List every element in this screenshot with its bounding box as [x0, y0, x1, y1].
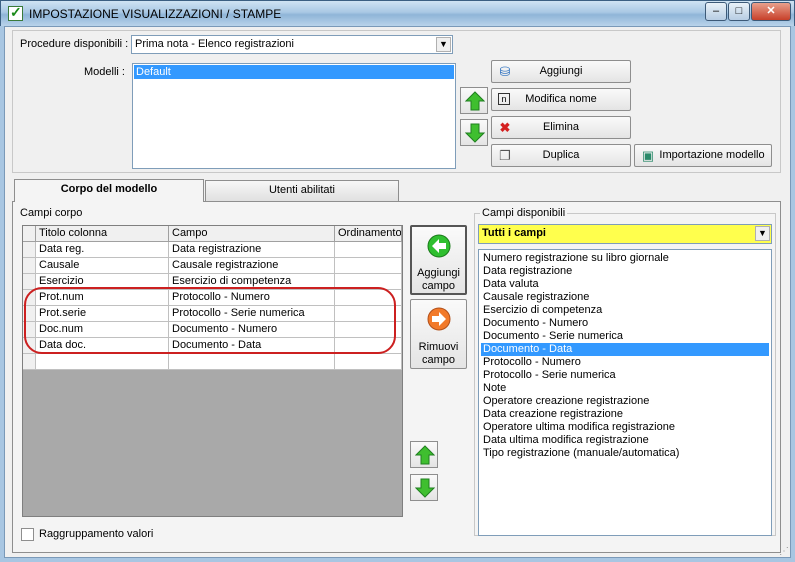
list-item[interactable]: Tipo registrazione (manuale/automatica): [481, 447, 769, 460]
arrow-down-icon: [415, 478, 435, 498]
rename-model-button[interactable]: n Modifica nome: [491, 88, 631, 111]
tab-utenti-abilitati[interactable]: Utenti abilitati: [205, 180, 399, 201]
raggruppamento-label: Raggruppamento valori: [39, 528, 154, 540]
campi-corpo-grid[interactable]: Titolo colonna Campo Ordinamento Data re…: [22, 225, 403, 517]
add-model-label: Aggiungi: [539, 65, 583, 77]
list-item[interactable]: Data ultima modifica registrazione: [481, 434, 769, 447]
row-selector[interactable]: [23, 242, 36, 258]
app-checkmark-icon: ✓: [8, 4, 23, 21]
arrow-right-circle-icon: [427, 307, 451, 331]
duplicate-model-label: Duplica: [542, 149, 580, 161]
import-model-button[interactable]: ▣ Importazione modello: [634, 144, 772, 167]
procedure-select[interactable]: Prima nota - Elenco registrazioni ▼: [131, 35, 453, 54]
grid-cell[interactable]: [335, 354, 402, 370]
add-field-label-2: campo: [421, 280, 456, 292]
column-header[interactable]: Ordinamento: [335, 226, 402, 242]
duplicate-pages-icon: ❐: [499, 148, 511, 163]
campi-filter-value: Tutti i campi: [482, 227, 546, 239]
list-item-selected[interactable]: Documento - Data: [481, 343, 769, 356]
delete-model-label: Elimina: [542, 121, 580, 133]
add-database-icon: ⛁: [499, 64, 511, 79]
list-item[interactable]: Default: [134, 65, 454, 79]
list-item[interactable]: Operatore ultima modifica registrazione: [481, 421, 769, 434]
resize-grip-icon[interactable]: ⋰: [779, 546, 789, 557]
row-selector[interactable]: [23, 354, 36, 370]
procedure-select-value: Prima nota - Elenco registrazioni: [135, 38, 294, 50]
chevron-down-icon[interactable]: ▼: [755, 226, 770, 241]
tab-corpo-del-modello[interactable]: Corpo del modello: [14, 179, 204, 202]
close-button[interactable]: ✕: [751, 2, 791, 21]
row-selector[interactable]: [23, 258, 36, 274]
list-item[interactable]: Documento - Serie numerica: [481, 330, 769, 343]
list-item[interactable]: Data valuta: [481, 278, 769, 291]
move-down-button[interactable]: [460, 119, 488, 146]
grid-cell[interactable]: Causale: [36, 258, 169, 274]
arrow-up-icon: [465, 91, 485, 111]
field-move-down-button[interactable]: [410, 474, 438, 501]
list-item[interactable]: Causale registrazione: [481, 291, 769, 304]
list-item[interactable]: Documento - Numero: [481, 317, 769, 330]
remove-field-label-1: Rimuovi: [418, 341, 459, 353]
window-frame-right: [791, 26, 795, 562]
table-row[interactable]: Causale Causale registrazione: [23, 258, 402, 274]
list-item[interactable]: Data creazione registrazione: [481, 408, 769, 421]
list-item[interactable]: Operatore creazione registrazione: [481, 395, 769, 408]
grid-header: Titolo colonna Campo Ordinamento: [23, 226, 402, 242]
duplicate-model-button[interactable]: ❐ Duplica: [491, 144, 631, 167]
minimize-button[interactable]: –: [705, 2, 727, 21]
delete-model-button[interactable]: ✖ Elimina: [491, 116, 631, 139]
campi-disponibili-label: Campi disponibili: [480, 207, 568, 219]
grid-cell[interactable]: [169, 354, 335, 370]
column-header[interactable]: Campo: [169, 226, 335, 242]
modelli-list[interactable]: Default: [132, 63, 456, 169]
campi-filter-select[interactable]: Tutti i campi ▼: [478, 224, 772, 244]
field-move-up-button[interactable]: [410, 441, 438, 468]
arrow-left-circle-icon: [427, 234, 451, 258]
rename-model-label: Modifica nome: [525, 93, 597, 105]
modelli-label: Modelli :: [84, 66, 125, 78]
raggruppamento-checkbox[interactable]: [21, 528, 34, 541]
remove-field-button[interactable]: Rimuovi campo: [410, 299, 467, 369]
add-model-button[interactable]: ⛁ Aggiungi: [491, 60, 631, 83]
arrow-down-icon: [465, 123, 485, 143]
maximize-button[interactable]: □: [728, 2, 750, 21]
grid-cell[interactable]: [335, 242, 402, 258]
rename-icon: n: [498, 93, 510, 105]
campi-disponibili-list[interactable]: Numero registrazione su libro giornale D…: [478, 249, 772, 536]
campi-corpo-label: Campi corpo: [20, 207, 83, 219]
grid-cell[interactable]: [335, 258, 402, 274]
delete-x-icon: ✖: [499, 120, 511, 135]
red-highlight-annotation: [24, 287, 396, 354]
list-item[interactable]: Data registrazione: [481, 265, 769, 278]
remove-field-label-2: campo: [421, 354, 456, 366]
arrow-up-icon: [415, 445, 435, 465]
window-frame-bottom: [0, 558, 795, 562]
import-model-label: Importazione modello: [659, 149, 765, 161]
column-header[interactable]: Titolo colonna: [36, 226, 169, 242]
list-item[interactable]: Note: [481, 382, 769, 395]
list-item[interactable]: Esercizio di competenza: [481, 304, 769, 317]
table-row[interactable]: Data reg. Data registrazione: [23, 242, 402, 258]
chevron-down-icon[interactable]: ▼: [436, 37, 451, 52]
window-title: IMPOSTAZIONE VISUALIZZAZIONI / STAMPE: [29, 7, 282, 21]
procedure-label: Procedure disponibili :: [20, 38, 129, 50]
import-icon: ▣: [641, 148, 655, 163]
list-item[interactable]: Protocollo - Serie numerica: [481, 369, 769, 382]
grid-cell[interactable]: Data reg.: [36, 242, 169, 258]
grid-cell[interactable]: Data registrazione: [169, 242, 335, 258]
title-bar[interactable]: ✓ IMPOSTAZIONE VISUALIZZAZIONI / STAMPE …: [0, 0, 795, 26]
list-item[interactable]: Numero registrazione su libro giornale: [481, 252, 769, 265]
add-field-button[interactable]: Aggiungi campo: [410, 225, 467, 295]
add-field-label-1: Aggiungi: [417, 267, 460, 279]
grid-cell[interactable]: [36, 354, 169, 370]
grid-cell[interactable]: Causale registrazione: [169, 258, 335, 274]
move-up-button[interactable]: [460, 87, 488, 114]
row-header-corner: [23, 226, 36, 242]
table-row-new[interactable]: [23, 354, 402, 370]
list-item[interactable]: Protocollo - Numero: [481, 356, 769, 369]
